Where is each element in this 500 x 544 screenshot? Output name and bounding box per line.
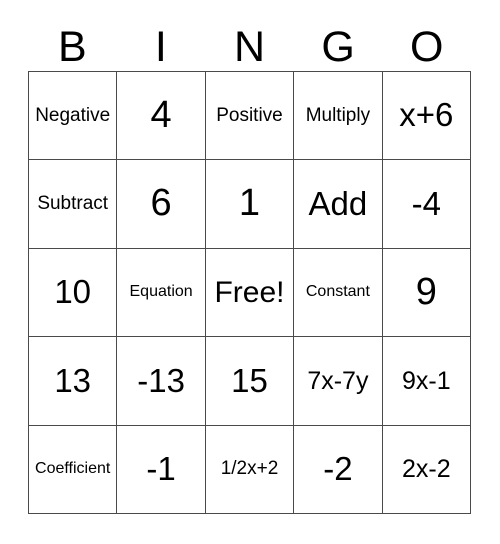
- bingo-cell-i5[interactable]: -1: [117, 425, 206, 514]
- bingo-cell-label: 10: [54, 273, 92, 311]
- bingo-cell-o1[interactable]: x+6: [382, 72, 471, 161]
- bingo-cell-b5[interactable]: Coefficient: [29, 425, 118, 514]
- bingo-cell-g1[interactable]: Multiply: [294, 72, 383, 161]
- bingo-cell-label: 6: [150, 182, 172, 225]
- bingo-cell-label: -13: [137, 361, 185, 399]
- bingo-cell-b1[interactable]: Negative: [29, 72, 118, 161]
- bingo-cell-label: Subtract: [37, 193, 109, 215]
- bingo-header-letter-b: B: [57, 23, 87, 71]
- bingo-cell-label: Coefficient: [35, 459, 111, 477]
- bingo-cell-n1[interactable]: Positive: [205, 72, 295, 161]
- bingo-cell-o5[interactable]: 2x-2: [382, 425, 471, 514]
- bingo-cell-g2[interactable]: Add: [294, 160, 383, 249]
- bingo-cell-o2[interactable]: -4: [382, 160, 471, 249]
- bingo-cell-label: -4: [411, 184, 441, 222]
- bingo-cell-label: 4: [150, 93, 172, 136]
- bingo-cell-label: -1: [146, 449, 176, 487]
- bingo-cell-label: 2x-2: [401, 455, 451, 484]
- bingo-cell-free-space[interactable]: Free!: [205, 248, 295, 338]
- bingo-cell-g3[interactable]: Constant: [294, 248, 383, 338]
- bingo-cell-n5[interactable]: 1/2x+2: [205, 425, 295, 514]
- bingo-card: B I N G O Negative 4 Positive Multiply x…: [0, 0, 500, 544]
- bingo-cell-label: -2: [323, 449, 353, 487]
- bingo-header-letter-g: G: [321, 23, 355, 71]
- bingo-header-row: B I N G O: [28, 14, 471, 71]
- bingo-cell-label: 1/2x+2: [220, 458, 279, 480]
- bingo-cell-label: Negative: [35, 104, 111, 126]
- bingo-cell-g5[interactable]: -2: [294, 425, 383, 514]
- bingo-cell-b4[interactable]: 13: [29, 337, 118, 426]
- bingo-cell-label: Positive: [216, 104, 283, 126]
- bingo-header-letter-o: O: [409, 23, 444, 71]
- bingo-header-letter-i: I: [154, 23, 167, 71]
- bingo-cell-label: x+6: [399, 96, 454, 134]
- bingo-cell-o4[interactable]: 9x-1: [382, 337, 471, 426]
- bingo-cell-label: Add: [308, 184, 368, 222]
- bingo-grid: Negative 4 Positive Multiply x+6 Subtrac…: [28, 71, 471, 514]
- bingo-cell-label: Equation: [129, 283, 193, 301]
- bingo-free-space-label: Free!: [214, 275, 285, 309]
- bingo-cell-i1[interactable]: 4: [117, 72, 206, 161]
- bingo-cell-label: 1: [238, 182, 261, 225]
- bingo-cell-label: 9x-1: [401, 366, 451, 395]
- bingo-cell-n4[interactable]: 15: [205, 337, 295, 426]
- bingo-cell-label: 7x-7y: [307, 366, 369, 395]
- bingo-cell-i3[interactable]: Equation: [117, 248, 206, 338]
- bingo-cell-i4[interactable]: -13: [117, 337, 206, 426]
- bingo-header-letter-n: N: [233, 23, 266, 71]
- bingo-cell-label: Multiply: [305, 104, 371, 126]
- bingo-cell-label: 15: [231, 361, 268, 399]
- bingo-cell-b2[interactable]: Subtract: [29, 160, 118, 249]
- bingo-cell-i2[interactable]: 6: [117, 160, 206, 249]
- bingo-cell-n2[interactable]: 1: [205, 160, 295, 249]
- bingo-cell-g4[interactable]: 7x-7y: [294, 337, 383, 426]
- bingo-cell-label: 9: [415, 270, 437, 313]
- bingo-cell-label: 13: [54, 361, 92, 399]
- bingo-cell-o3[interactable]: 9: [382, 248, 471, 338]
- bingo-cell-label: Constant: [305, 283, 370, 301]
- bingo-cell-b3[interactable]: 10: [29, 248, 118, 338]
